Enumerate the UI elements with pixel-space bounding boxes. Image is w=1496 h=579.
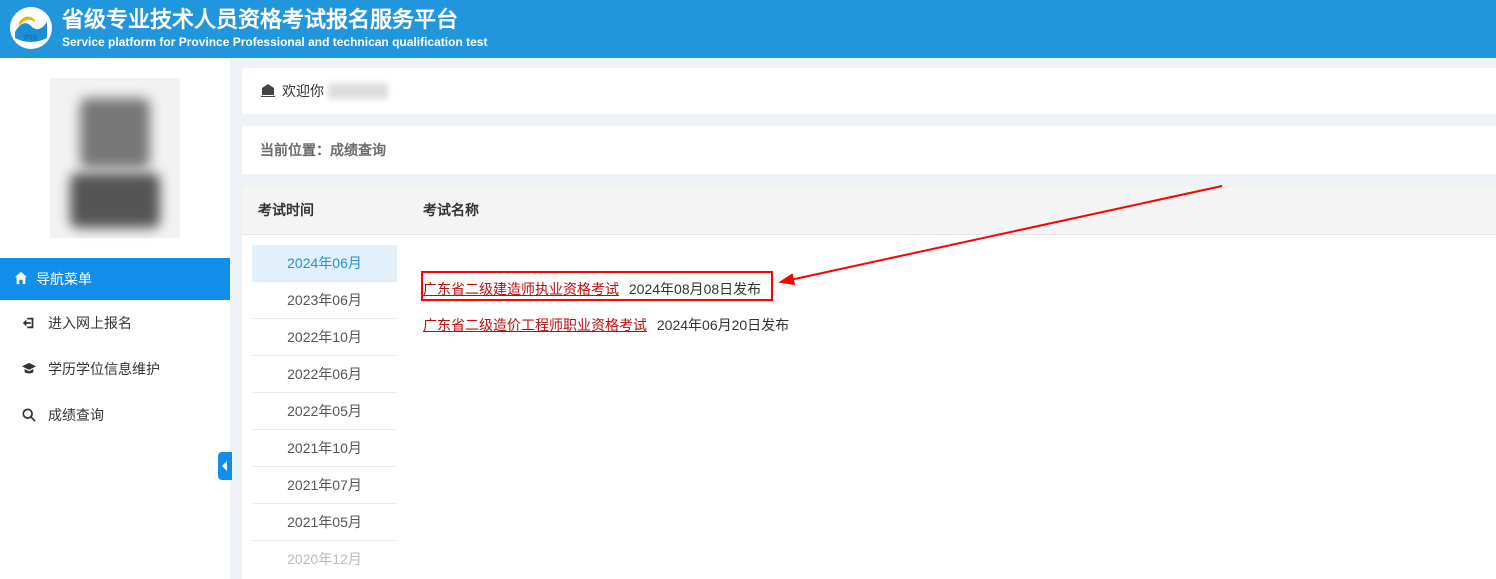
col-header-time: 考试时间 [242, 186, 407, 234]
nav-section-header: 导航菜单 [0, 258, 230, 300]
date-item[interactable]: 2024年06月 [252, 245, 397, 282]
date-list: 2024年06月 2023年06月 2022年10月 2022年06月 2022… [242, 235, 407, 579]
home-icon [14, 271, 28, 288]
breadcrumb: 当前位置：成绩查询 [242, 126, 1496, 174]
date-item[interactable]: 2020年12月 [252, 541, 397, 569]
avatar-box [0, 58, 230, 258]
login-icon [20, 316, 38, 330]
breadcrumb-label: 当前位置： [260, 142, 330, 158]
welcome-bar: 欢迎你 [242, 68, 1496, 114]
nav-item-education[interactable]: 学历学位信息维护 [0, 346, 230, 392]
building-icon [260, 82, 276, 101]
avatar [50, 78, 180, 238]
header-title-en: Service platform for Province Profession… [62, 35, 487, 49]
exam-published: 2024年08月08日发布 [629, 281, 761, 297]
logo-icon: PTA [10, 7, 52, 49]
date-item[interactable]: 2021年10月 [252, 430, 397, 467]
svg-text:PTA: PTA [24, 35, 37, 42]
exam-link[interactable]: 广东省二级造价工程师职业资格考试 [423, 317, 647, 333]
username-blurred [328, 83, 388, 99]
date-item[interactable]: 2022年05月 [252, 393, 397, 430]
date-item[interactable]: 2022年10月 [252, 319, 397, 356]
breadcrumb-current: 成绩查询 [330, 142, 386, 158]
nav-item-signup[interactable]: 进入网上报名 [0, 300, 230, 346]
table-header: 考试时间 考试名称 [242, 186, 1496, 235]
content-card: 考试时间 考试名称 2024年06月 2023年06月 2022年10月 202… [242, 186, 1496, 579]
exam-published: 2024年06月20日发布 [657, 317, 789, 333]
date-item[interactable]: 2022年06月 [252, 356, 397, 393]
search-icon [20, 408, 38, 422]
nav-item-label: 成绩查询 [48, 405, 104, 425]
col-header-name: 考试名称 [407, 186, 1496, 234]
nav-item-score[interactable]: 成绩查询 [0, 392, 230, 438]
nav-item-label: 学历学位信息维护 [48, 359, 160, 379]
nav-section-label: 导航菜单 [36, 269, 92, 289]
main-area: 欢迎你 当前位置：成绩查询 考试时间 考试名称 2024年06月 2023年06… [230, 58, 1496, 579]
exam-list: 广东省二级建造师执业资格考试 2024年08月08日发布 广东省二级造价工程师职… [407, 235, 1496, 579]
header-title-cn: 省级专业技术人员资格考试报名服务平台 [62, 7, 487, 33]
graduation-icon [20, 362, 38, 376]
date-item[interactable]: 2023年06月 [252, 282, 397, 319]
sidebar: 导航菜单 进入网上报名 学历学位信息维护 成绩查询 [0, 58, 230, 579]
sidebar-collapse-button[interactable] [218, 452, 232, 480]
app-header: PTA 省级专业技术人员资格考试报名服务平台 Service platform … [0, 0, 1496, 58]
welcome-text: 欢迎你 [282, 81, 324, 101]
exam-link[interactable]: 广东省二级建造师执业资格考试 [423, 281, 619, 297]
exam-row: 广东省二级建造师执业资格考试 2024年08月08日发布 [423, 275, 1480, 303]
date-item[interactable]: 2021年07月 [252, 467, 397, 504]
nav-item-label: 进入网上报名 [48, 313, 132, 333]
exam-row: 广东省二级造价工程师职业资格考试 2024年06月20日发布 [423, 311, 1480, 339]
